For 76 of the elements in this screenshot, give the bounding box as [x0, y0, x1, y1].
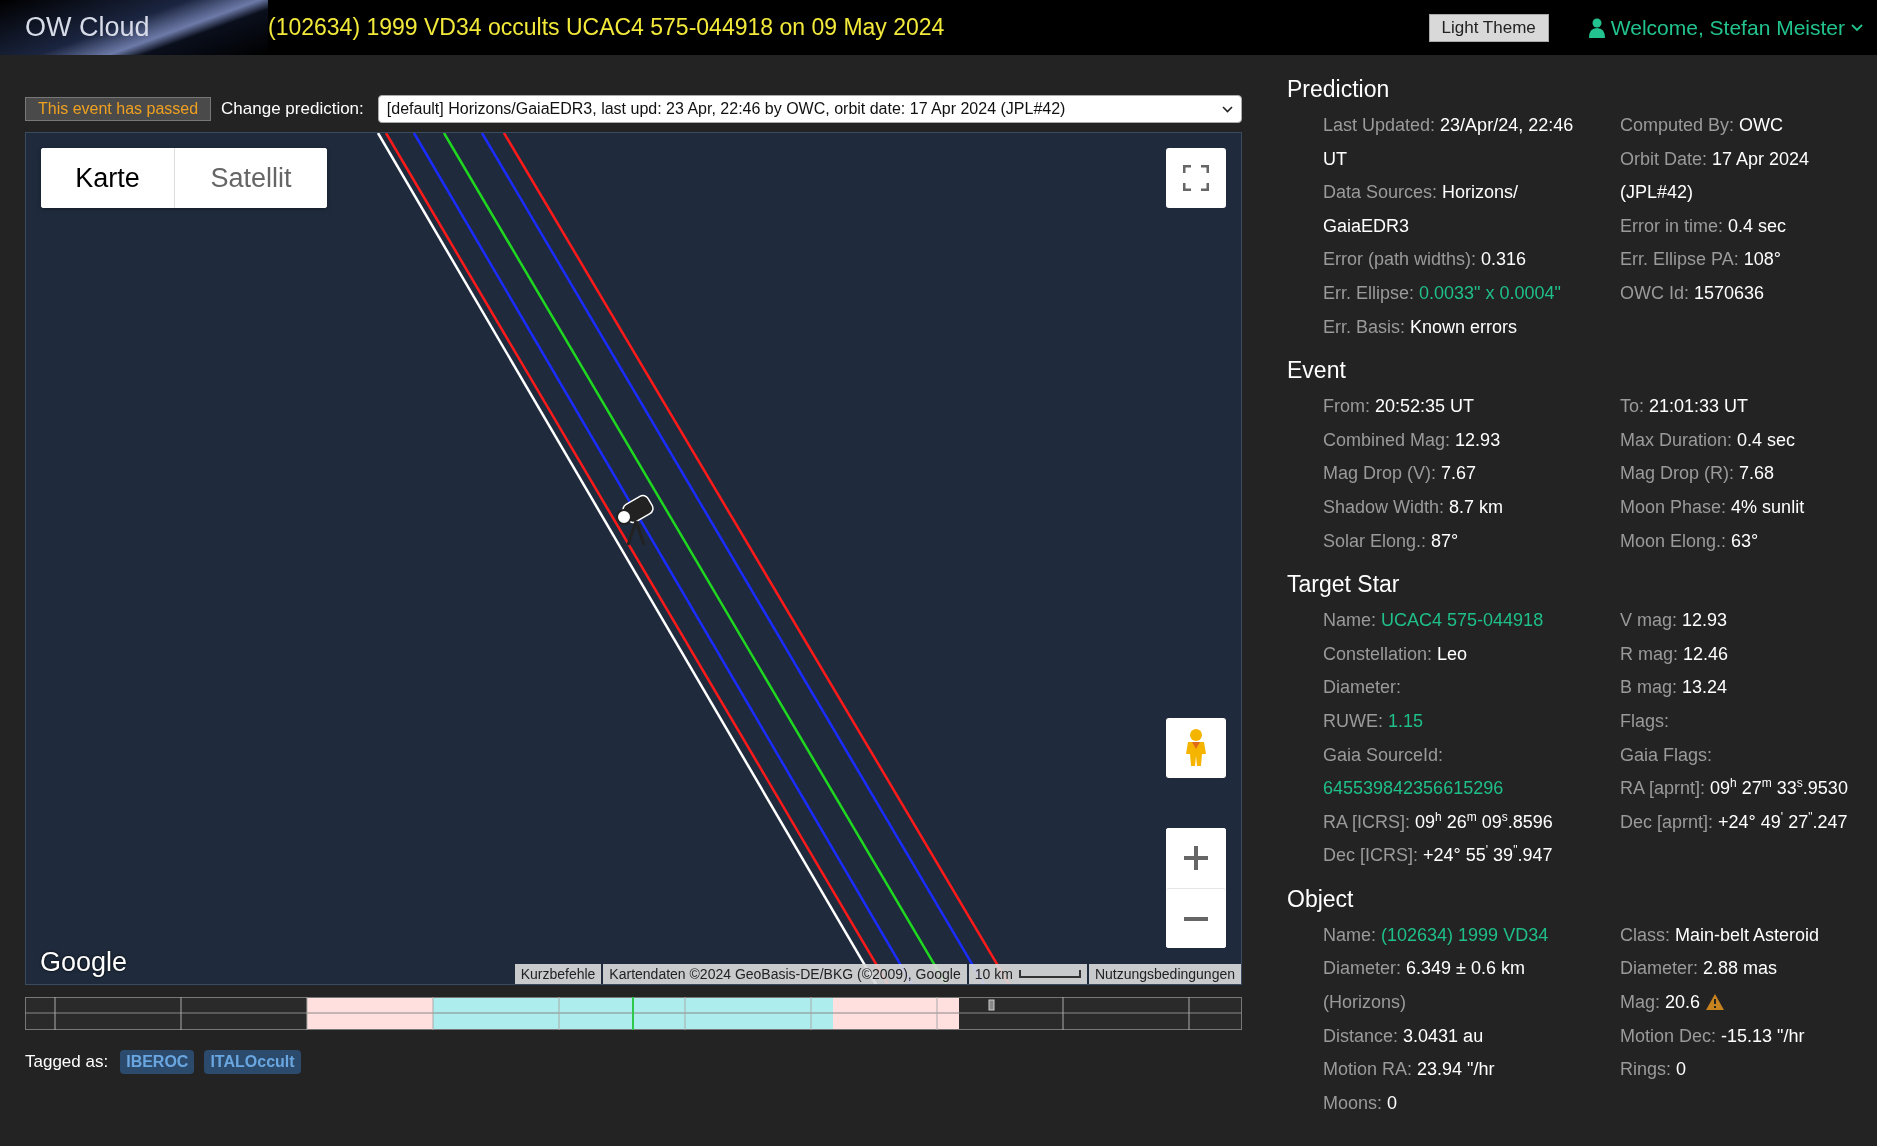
fullscreen-button[interactable] — [1166, 148, 1226, 208]
scale-bar-icon — [1018, 970, 1081, 978]
minus-icon — [1184, 916, 1208, 921]
telescope-icon — [616, 492, 656, 546]
chevron-down-icon — [1851, 23, 1863, 32]
pegman-icon — [1184, 728, 1208, 768]
detail-field: Gaia SourceId: 645539842356615296 — [1323, 738, 1581, 806]
event-status: This event has passed — [25, 97, 212, 121]
zoom-out-button[interactable] — [1166, 888, 1226, 948]
detail-field: Distance: 3.0431 au — [1323, 1019, 1581, 1054]
event-title: (102634) 1999 VD34 occults UCAC4 575-044918 on 09 May 2024 — [268, 14, 945, 41]
detail-field: Moon Phase: 4% sunlit — [1620, 490, 1862, 525]
app-logo[interactable]: OW Cloud — [0, 0, 268, 55]
detail-field: Diameter: 2.88 mas — [1620, 952, 1862, 987]
detail-field: Err. Basis: Known errors — [1323, 310, 1581, 345]
user-icon — [1588, 17, 1605, 38]
detail-field: Name: UCAC4 575-044918 — [1323, 604, 1581, 638]
detail-field: Motion RA: 23.94 "/hr — [1323, 1053, 1581, 1087]
detail-field: Combined Mag: 12.93 — [1323, 423, 1581, 458]
detail-field: Shadow Width: 8.7 km — [1323, 490, 1581, 525]
detail-field: Error in time: 0.4 sec — [1620, 209, 1862, 244]
plus-icon — [1184, 846, 1208, 870]
map-link[interactable]: Nutzungsbedingungen — [1088, 964, 1241, 984]
detail-field: R mag: 12.46 — [1620, 637, 1862, 672]
user-menu[interactable]: Welcome, Stefan Meister — [1588, 15, 1863, 40]
detail-field: Moon Elong.: 63° — [1620, 524, 1862, 559]
detail-field: Last Updated: 23/Apr/24, 22:46 UT — [1323, 109, 1581, 177]
map-attribution: Kartendaten ©2024 GeoBasis-DE/BKG (©2009), Google — [603, 964, 967, 984]
chevron-down-icon — [1222, 105, 1233, 113]
detail-field: V mag: 12.93 — [1620, 604, 1862, 638]
map-link[interactable]: Kurzbefehle — [514, 964, 602, 984]
tag-link[interactable]: IBEROC — [120, 1050, 195, 1074]
detail-field: Data Sources: Horizons/ GaiaEDR3 — [1323, 176, 1581, 244]
detail-field: Mag: 20.6 — [1620, 986, 1862, 1020]
fullscreen-icon — [1183, 165, 1209, 191]
map-type-tab[interactable]: Satellit — [175, 148, 327, 208]
tags-label: Tagged as: — [25, 1052, 109, 1072]
detail-field: B mag: 13.24 — [1620, 671, 1862, 705]
detail-field: Moons: 0 — [1323, 1086, 1581, 1121]
detail-field: Mag Drop (V): 7.67 — [1323, 457, 1581, 491]
tag-link[interactable]: ITALOccult — [204, 1050, 301, 1074]
detail-field: Name: (102634) 1999 VD34 — [1323, 918, 1581, 953]
section-title: Target Star — [1287, 570, 1401, 600]
detail-field: Class: Main-belt Asteroid — [1620, 918, 1862, 953]
detail-field: Dec [aprnt]: +24° 49$^{'}$ 27$^{"}$.247 — [1620, 805, 1862, 840]
detail-field: Err. Ellipse: 0.0033" x 0.0004" — [1323, 276, 1581, 311]
detail-field: Constellation: Leo — [1323, 637, 1581, 672]
detail-field: Gaia Flags: — [1620, 738, 1862, 773]
detail-field: Err. Ellipse PA: 108° — [1620, 243, 1862, 277]
detail-field: Rings: 0 — [1620, 1053, 1862, 1087]
map-logo: Google — [40, 947, 128, 978]
detail-field: Flags: — [1620, 704, 1862, 739]
detail-field: To: 21:01:33 UT — [1620, 390, 1862, 424]
theme-button[interactable]: Light Theme — [1428, 13, 1549, 42]
section-title: Event — [1287, 356, 1347, 386]
prediction-label: Change prediction: — [221, 99, 364, 119]
detail-field: RUWE: 1.15 — [1323, 704, 1581, 739]
detail-field: Solar Elong.: 87° — [1323, 524, 1581, 559]
detail-field: Diameter: 6.349 ± 0.6 km (Horizons) — [1323, 952, 1581, 1020]
detail-field: Orbit Date: 17 Apr 2024 (JPL#42) — [1620, 142, 1862, 210]
section-title: Prediction — [1287, 75, 1391, 104]
prediction-select[interactable]: [default] Horizons/GaiaEDR3, last upd: 23 Apr, 22:46 by OWC, orbit date: 17 Apr 2024 (JPL#42) — [377, 95, 1242, 123]
detail-field: Diameter: — [1323, 671, 1581, 705]
detail-field: From: 20:52:35 UT — [1323, 390, 1581, 424]
detail-field: Error (path widths): 0.316 — [1323, 243, 1581, 277]
detail-field: Max Duration: 0.4 sec — [1620, 423, 1862, 458]
detail-field: Mag Drop (R): 7.68 — [1620, 457, 1862, 491]
map-type-tab[interactable]: Karte — [41, 148, 175, 208]
section-title: Object — [1287, 884, 1355, 914]
map-scale: 10 km — [968, 964, 1087, 984]
detail-field: Dec [ICRS]: +24° 55$^{'}$ 39$^{"}$.947 — [1323, 839, 1581, 873]
detail-field: OWC Id: 1570636 — [1620, 276, 1862, 311]
detail-field: RA [aprnt]: 09$^{h}$ 27$^{m}$ 33$^{s}$.9530 — [1620, 772, 1862, 806]
detail-field: Motion Dec: -15.13 "/hr — [1620, 1019, 1862, 1054]
detail-field: RA [ICRS]: 09$^{h}$ 26$^{m}$ 09$^{s}$.8596 — [1323, 805, 1581, 840]
detail-field: Computed By: OWC — [1620, 109, 1862, 143]
